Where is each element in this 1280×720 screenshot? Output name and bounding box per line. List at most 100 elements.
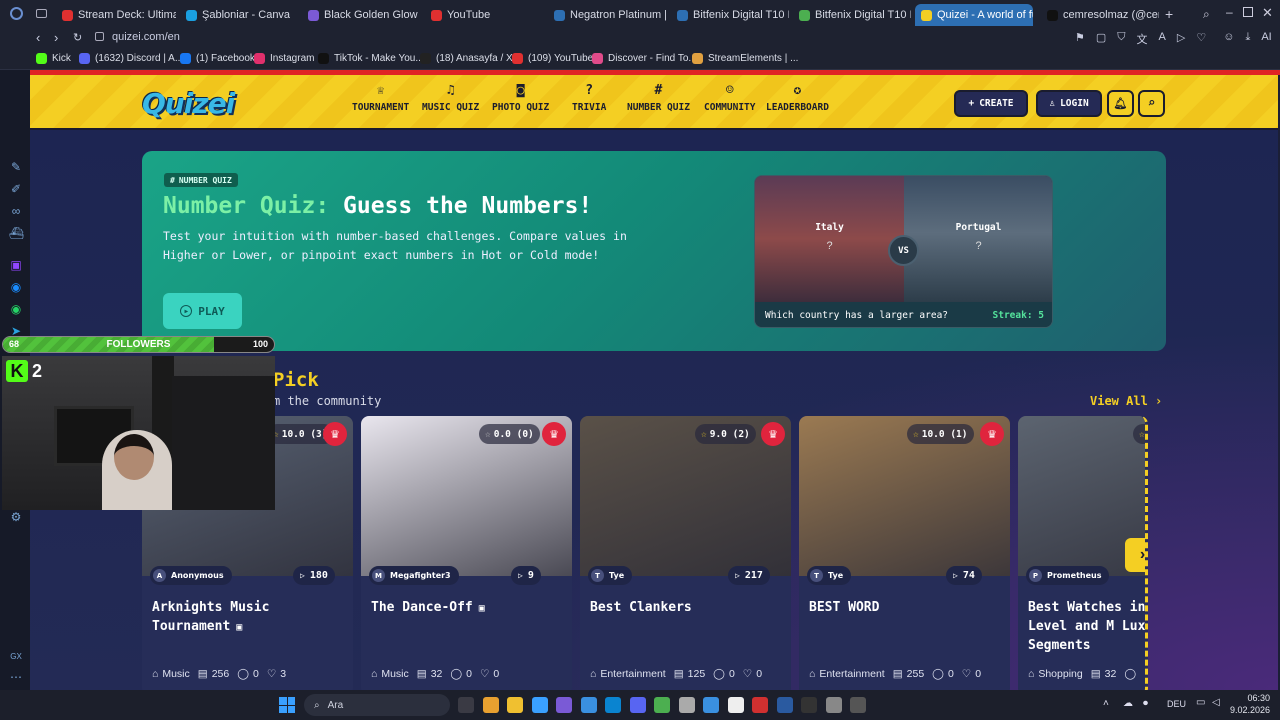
nav-item-photo-quiz[interactable]: ◙ PHOTO QUIZ xyxy=(492,83,549,113)
xbox-icon[interactable] xyxy=(654,697,670,713)
quiz-card[interactable]: ☆ 0.0 (0) ♛ M Megafighter3 ▷ 9 The Dance-Off ▣ ⌂ M… xyxy=(361,416,572,696)
tray-monitor-icon[interactable]: ▭ xyxy=(1196,697,1205,708)
whatsapp-icon[interactable]: ◉ xyxy=(9,302,23,316)
sidebar-ship-icon[interactable]: ⛴ xyxy=(9,226,24,240)
favorite-icon[interactable]: ♡ xyxy=(1196,31,1206,47)
back-icon[interactable]: ‹ xyxy=(36,30,40,45)
url-field[interactable]: quizei.com/en xyxy=(112,31,180,43)
browser-tab[interactable]: cemresolmaz (@cemres xyxy=(1041,4,1159,26)
minimize-icon[interactable]: – xyxy=(1226,5,1233,19)
new-tab-button[interactable]: + xyxy=(1165,6,1173,22)
settings-icon[interactable]: ⚙ xyxy=(9,510,23,524)
nav-item-community[interactable]: ☺ COMMUNITY xyxy=(704,83,755,113)
comment-count[interactable]: ◯ 0 xyxy=(237,668,259,680)
nav-item-trivia[interactable]: ? TRIVIA xyxy=(572,83,606,113)
quiz-title[interactable]: The Dance-Off ▣ xyxy=(371,598,571,618)
nav-item-number-quiz[interactable]: # NUMBER QUIZ xyxy=(627,83,690,113)
reload-icon[interactable]: ↻ xyxy=(73,31,82,44)
bookmark-icon[interactable]: ⚑ xyxy=(1075,31,1085,47)
browser-tab[interactable]: Black Golden Glow Abst xyxy=(302,4,420,26)
app-red-icon[interactable] xyxy=(752,697,768,713)
bookmark-item[interactable]: Discover - Find To... xyxy=(592,53,697,64)
browser-tab[interactable]: Bitfenix Digital T10 EF Bl xyxy=(671,4,789,26)
quiz-title[interactable]: BEST WORD xyxy=(809,598,1009,617)
start-icon[interactable] xyxy=(279,697,295,713)
author-chip[interactable]: M Megafighter3 xyxy=(369,566,459,585)
bookmark-item[interactable]: Kick xyxy=(36,53,71,64)
login-button[interactable]: ♙ LOGIN xyxy=(1036,90,1102,117)
apps-icon[interactable] xyxy=(556,697,572,713)
browser-menu-icon[interactable] xyxy=(10,7,23,20)
edge-icon[interactable] xyxy=(605,697,621,713)
file-explorer-icon[interactable] xyxy=(507,697,523,713)
browser-tab[interactable]: YouTube xyxy=(425,4,543,26)
category[interactable]: ⌂ Shopping xyxy=(1028,668,1083,680)
play-button[interactable]: ▶ PLAY xyxy=(163,293,242,329)
comment-count[interactable]: ◯ 0 xyxy=(713,668,735,680)
bookmark-item[interactable]: (1) Facebook xyxy=(180,53,255,64)
task-view-icon[interactable] xyxy=(458,697,474,713)
category[interactable]: ⌂ Entertainment xyxy=(590,668,666,680)
comment-count[interactable]: ◯ 0 xyxy=(450,668,472,680)
quiz-card[interactable]: ☆ 9.0 (2) ♛ T Tye ▷ 217 Best Clankers ⌂ Entertain… xyxy=(580,416,791,696)
bookmark-item[interactable]: StreamElements | ... xyxy=(692,53,798,64)
download-icon[interactable]: ⤓ xyxy=(1245,31,1250,47)
nav-item-tournament[interactable]: ♕ TOURNAMENT xyxy=(352,83,409,113)
translate-icon[interactable]: 文 xyxy=(1137,31,1148,47)
category[interactable]: ⌂ Music xyxy=(152,668,190,680)
vscode-icon[interactable] xyxy=(703,697,719,713)
view-all-link[interactable]: View All › xyxy=(1090,394,1162,408)
discord-icon[interactable] xyxy=(629,697,646,713)
tray-mic-icon[interactable]: ⏺ xyxy=(1143,698,1148,709)
create-button[interactable]: + CREATE xyxy=(954,90,1028,117)
search-button[interactable]: ⌕ xyxy=(1138,90,1165,117)
sidebar-link-icon[interactable]: ∞ xyxy=(9,204,23,218)
obs-icon[interactable] xyxy=(850,697,866,713)
like-count[interactable]: ♡ 3 xyxy=(267,668,286,680)
input-language[interactable]: DEU xyxy=(1167,699,1186,709)
taskbar-search[interactable]: ⌕ Ara xyxy=(304,694,450,716)
comment-count[interactable]: ◯ 0 xyxy=(932,668,954,680)
sidebar-more-icon[interactable]: ⋯ xyxy=(9,670,23,684)
steam-icon[interactable] xyxy=(776,697,793,713)
camera-app-icon[interactable] xyxy=(580,697,597,713)
app-icon[interactable] xyxy=(678,697,695,713)
next-arrow-button[interactable]: › xyxy=(1125,538,1145,572)
browser-tab[interactable]: Quizei - A world of fun an xyxy=(915,4,1033,26)
forward-icon[interactable]: › xyxy=(54,30,58,45)
bookmark-item[interactable]: TikTok - Make You... xyxy=(318,53,424,64)
store-icon[interactable] xyxy=(531,697,548,713)
play-icon[interactable]: ▷ xyxy=(1177,31,1185,47)
bookmark-item[interactable]: (1632) Discord | A... xyxy=(79,53,183,64)
browser-tab[interactable]: Şabloniar - Canva xyxy=(180,4,298,26)
category[interactable]: ⌂ Music xyxy=(371,668,409,680)
epic-icon[interactable] xyxy=(801,697,817,713)
quiz-thumbnail[interactable] xyxy=(799,416,1010,576)
sidebar-tool-icon[interactable]: ✐ xyxy=(9,182,23,196)
quiz-card[interactable]: ☆5.7 P Prometheus › Best Watches in t Entry-… xyxy=(1018,416,1148,696)
twitch-icon[interactable]: ▣ xyxy=(9,258,23,272)
nav-item-leaderboard[interactable]: ✪ LEADERBOARD xyxy=(766,83,829,113)
like-count[interactable]: ♡ 0 xyxy=(962,668,981,680)
author-chip[interactable]: T Tye xyxy=(588,566,633,585)
notepad-icon[interactable] xyxy=(727,697,744,713)
tray-chevron-icon[interactable]: ˄ xyxy=(1103,698,1109,709)
screenshot-icon[interactable]: ▢ xyxy=(1096,31,1106,47)
notification-button[interactable]: 🔔︎ xyxy=(1107,90,1134,117)
gx-icon[interactable]: GX xyxy=(9,650,23,664)
like-count[interactable]: ♡ 0 xyxy=(480,668,499,680)
quiz-title[interactable]: Arknights Music Tournament ▣ xyxy=(152,598,352,637)
site-logo[interactable]: Quizei xyxy=(142,87,235,120)
ai-icon[interactable]: AI xyxy=(1261,31,1271,47)
profile-icon[interactable]: ☺ xyxy=(1223,31,1234,47)
copilot-icon[interactable] xyxy=(482,697,499,713)
reader-icon[interactable]: A xyxy=(1159,31,1166,47)
author-chip[interactable]: P Prometheus xyxy=(1026,566,1110,585)
search-tabs-icon[interactable]: ⌕ xyxy=(1203,7,1210,22)
bookmark-item[interactable]: (18) Anasayfa / X xyxy=(420,53,513,64)
tab-actions-icon[interactable] xyxy=(36,9,47,18)
close-icon[interactable]: ✕ xyxy=(1262,5,1273,21)
quiz-title[interactable]: Best Watches in t Entry-Level and M Luxu… xyxy=(1028,598,1145,655)
tray-volume-icon[interactable]: ◁ xyxy=(1212,697,1220,708)
bookmark-item[interactable]: (109) YouTube xyxy=(512,53,593,64)
